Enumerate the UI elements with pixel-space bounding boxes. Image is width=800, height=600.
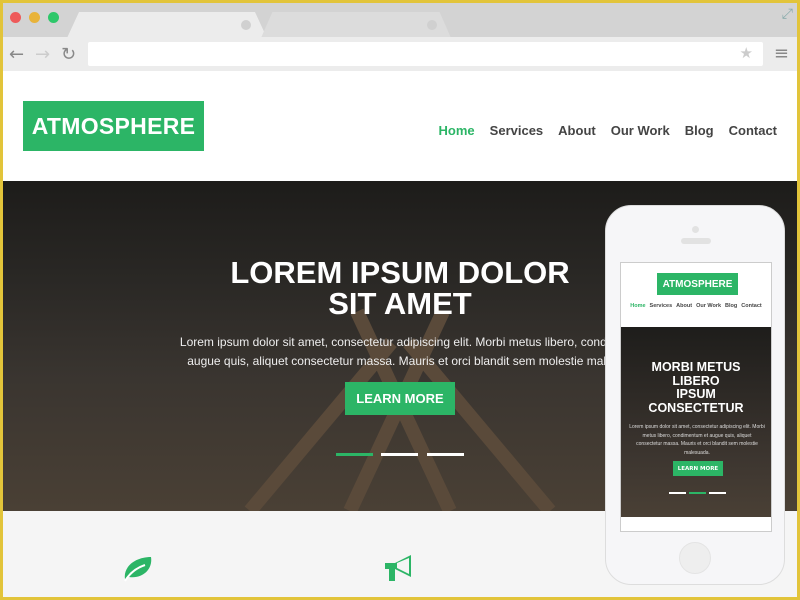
- tab-close-icon[interactable]: [427, 20, 437, 30]
- reload-icon[interactable]: ↻: [61, 44, 76, 65]
- megaphone-icon: [385, 555, 411, 581]
- minimize-window-button[interactable]: [29, 12, 40, 23]
- mobile-nav-services[interactable]: Services: [650, 303, 673, 309]
- mobile-nav: Home Services About Our Work Blog Contac…: [621, 303, 771, 309]
- mobile-hero-text: Lorem ipsum dolor sit amet, consectetur …: [629, 424, 765, 456]
- hero-title-line: SIT AMET: [328, 286, 472, 321]
- mobile-slide-indicator-1[interactable]: [669, 492, 686, 494]
- hero-text: Lorem ipsum dolor sit amet, consectetur …: [123, 333, 683, 371]
- star-icon[interactable]: ★: [740, 44, 753, 62]
- title-bar: ⤢: [3, 3, 797, 38]
- leaf-icon: [124, 557, 152, 582]
- slide-indicator-3[interactable]: [427, 453, 464, 456]
- mobile-logo[interactable]: ATMOSPHERE: [657, 273, 738, 295]
- learn-more-button[interactable]: LEARN MORE: [345, 382, 455, 415]
- browser-toolbar: ← → ↻ ★ ≡: [3, 37, 797, 71]
- site-logo[interactable]: ATMOSPHERE: [23, 101, 204, 151]
- mobile-nav-contact[interactable]: Contact: [741, 303, 761, 309]
- nav-about[interactable]: About: [558, 123, 596, 138]
- browser-window: ⤢ ← → ↻ ★ ≡ ATMOSPHERE Home Services Abo…: [3, 3, 797, 597]
- nav-home[interactable]: Home: [439, 123, 475, 138]
- close-window-button[interactable]: [10, 12, 21, 23]
- mobile-learn-more-button[interactable]: LEARN MORE: [673, 461, 723, 476]
- mobile-slide-indicator-2[interactable]: [689, 492, 706, 494]
- mobile-title-line: LIBERO: [672, 373, 720, 388]
- mobile-hero-title: MORBI METUS LIBERO IPSUM CONSECTETUR: [621, 360, 771, 415]
- forward-icon[interactable]: →: [35, 44, 50, 65]
- mobile-nav-home[interactable]: Home: [630, 303, 645, 309]
- mobile-nav-blog[interactable]: Blog: [725, 303, 737, 309]
- mobile-title-line: IPSUM: [676, 387, 716, 401]
- hero-text-line: Lorem ipsum dolor sit amet, consectetur …: [179, 335, 627, 349]
- tab-close-icon[interactable]: [241, 20, 251, 30]
- slide-indicator-2[interactable]: [381, 453, 418, 456]
- phone-home-button: [679, 542, 711, 574]
- menu-icon[interactable]: ≡: [774, 43, 789, 64]
- maximize-window-button[interactable]: [48, 12, 59, 23]
- nav-our-work[interactable]: Our Work: [611, 123, 670, 138]
- browser-tab-active[interactable]: [67, 12, 267, 38]
- phone-camera: [692, 226, 699, 233]
- nav-services[interactable]: Services: [490, 123, 544, 138]
- address-bar[interactable]: ★: [88, 42, 763, 66]
- mobile-title-line: CONSECTETUR: [648, 400, 744, 415]
- mobile-nav-about[interactable]: About: [676, 303, 692, 309]
- mobile-hero: MORBI METUS LIBERO IPSUM CONSECTETUR Lorem …: [621, 327, 771, 517]
- mobile-screen: ATMOSPHERE Home Services About Our Work …: [620, 262, 772, 532]
- main-nav: Home Services About Our Work Blog Contac…: [439, 123, 777, 138]
- mobile-title-line: MORBI METUS: [651, 360, 741, 374]
- hero-text-line: augue quis, aliquet consectetur massa. M…: [187, 354, 619, 368]
- back-icon[interactable]: ←: [9, 44, 24, 65]
- mobile-slide-indicator-3[interactable]: [709, 492, 726, 494]
- expand-icon[interactable]: ⤢: [782, 6, 793, 22]
- browser-tab[interactable]: [261, 12, 451, 38]
- phone-mockup: ATMOSPHERE Home Services About Our Work …: [605, 205, 785, 585]
- nav-blog[interactable]: Blog: [685, 123, 714, 138]
- nav-contact[interactable]: Contact: [729, 123, 777, 138]
- phone-speaker: [681, 238, 711, 244]
- slide-indicator-1[interactable]: [336, 453, 373, 456]
- mobile-nav-our-work[interactable]: Our Work: [696, 303, 721, 309]
- hero-title-line: LOREM IPSUM DOLOR: [230, 255, 570, 290]
